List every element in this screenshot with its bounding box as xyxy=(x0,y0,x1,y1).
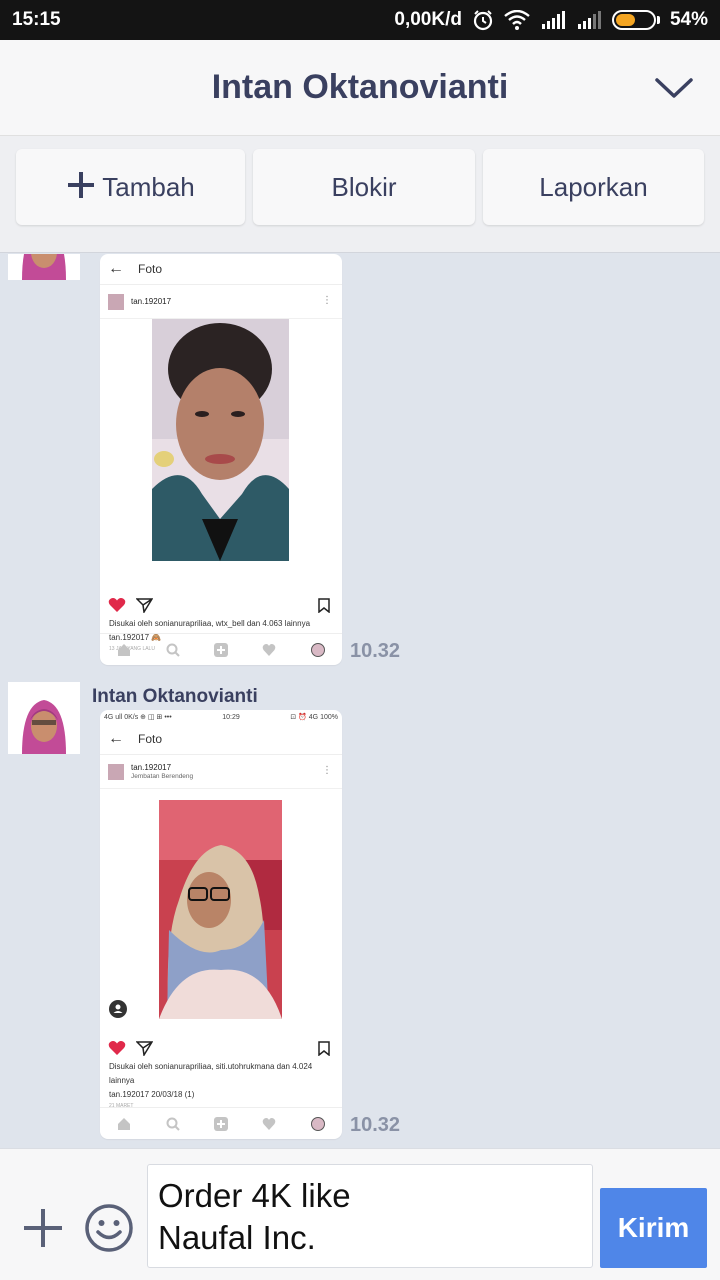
message-time: 10.32 xyxy=(350,640,401,662)
mini-avatar xyxy=(108,763,124,780)
heart-icon xyxy=(108,1041,126,1055)
back-arrow-icon: ← xyxy=(108,730,124,747)
message-input-line2: Naufal Inc. xyxy=(158,1219,316,1256)
shot-post-actions xyxy=(100,1036,342,1060)
hijab-photo xyxy=(159,800,282,1019)
home-icon xyxy=(118,643,131,656)
send-icon xyxy=(136,598,153,613)
add-contact-button[interactable]: Tambah xyxy=(16,149,245,225)
chevron-down-icon[interactable] xyxy=(654,74,694,102)
status-bar: 15:15 0,00K/d 54% xyxy=(0,0,720,40)
send-icon xyxy=(136,1041,153,1056)
image-message[interactable]: ← Foto tan.192017 ⋮ Disukai oleh sonianu… xyxy=(100,254,342,665)
shot-photo-area xyxy=(100,319,342,593)
block-label: Blokir xyxy=(331,171,397,202)
shot-top-label: Foto xyxy=(138,732,163,746)
plus-icon xyxy=(66,167,96,207)
add-post-icon xyxy=(213,1116,228,1131)
shot-location: Jembatan Berendeng xyxy=(131,773,194,780)
sender-name: Intan Oktanovianti xyxy=(92,686,258,707)
contact-actions-bar: Tambah Blokir Laporkan xyxy=(0,136,720,253)
wifi-icon xyxy=(504,10,530,30)
message-time: 10.32 xyxy=(350,1114,401,1136)
message-input[interactable]: Order 4K like Naufal Inc. xyxy=(147,1164,593,1268)
alarm-icon xyxy=(472,9,494,31)
shot-caption: tan.192017 20/03/18 (1) xyxy=(109,1090,195,1099)
shot-username: tan.192017 xyxy=(131,763,172,772)
shot-username: tan.192017 xyxy=(131,296,172,306)
message-input-line1: Order 4K like xyxy=(158,1177,351,1214)
profile-icon xyxy=(310,1116,325,1131)
shot-topbar: ← Foto xyxy=(100,254,342,285)
shot-status-time: 10:29 xyxy=(222,713,240,721)
send-button[interactable]: Kirim xyxy=(600,1188,707,1268)
network-speed: 0,00K/d xyxy=(394,9,462,30)
shot-status-left: 4G ull 0K/s ⊕ ◫ ⊞ ••• xyxy=(104,714,172,721)
emoji-icon[interactable] xyxy=(84,1203,134,1253)
shot-user-block: tan.192017 Jembatan Berendeng xyxy=(131,763,193,780)
chat-messages[interactable]: ← Foto tan.192017 ⋮ Disukai oleh sonianu… xyxy=(0,254,720,1148)
shot-likes: Disukai oleh sonianurapriliaa, siti.utoh… xyxy=(109,1062,313,1085)
add-post-icon xyxy=(213,642,228,657)
shot-status-right: ⊡ ⏰ 4G 100% xyxy=(290,714,338,721)
shot-post-header: tan.192017 ⋮ xyxy=(100,285,342,319)
mini-avatar xyxy=(108,293,124,310)
signal-icon-sim1 xyxy=(540,10,566,30)
profile-icon xyxy=(310,642,325,657)
add-contact-label: Tambah xyxy=(102,171,195,202)
heart-icon xyxy=(108,598,126,612)
image-message[interactable]: 4G ull 0K/s ⊕ ◫ ⊞ ••• 10:29 ⊡ ⏰ 4G 100% … xyxy=(100,710,342,1139)
battery-percent: 54% xyxy=(669,9,708,30)
heart-outline-icon xyxy=(263,1117,276,1130)
shot-post-actions xyxy=(100,593,342,617)
search-icon xyxy=(166,1117,180,1131)
shot-likes: Disukai oleh sonianurapriliaa, wtx_bell … xyxy=(109,619,311,628)
avatar[interactable] xyxy=(8,682,80,754)
signal-icon-sim2 xyxy=(576,10,602,30)
heart-outline-icon xyxy=(263,643,276,656)
message-composer: Order 4K like Naufal Inc. Kirim xyxy=(0,1148,720,1280)
attach-plus-icon[interactable] xyxy=(22,1207,64,1249)
more-icon: ⋮ xyxy=(322,295,332,306)
search-icon xyxy=(166,643,180,657)
tag-people-icon xyxy=(109,1000,127,1018)
contact-name: Intan Oktanovianti xyxy=(211,68,509,106)
battery-icon xyxy=(611,10,660,30)
shot-topbar: ← Foto xyxy=(100,724,342,755)
avatar[interactable] xyxy=(8,254,80,280)
report-label: Laporkan xyxy=(539,171,648,202)
shot-top-label: Foto xyxy=(138,262,163,276)
selfie-photo xyxy=(152,319,289,561)
more-icon: ⋮ xyxy=(322,765,332,776)
report-button[interactable]: Laporkan xyxy=(483,149,704,225)
block-button[interactable]: Blokir xyxy=(253,149,475,225)
chat-header: Intan Oktanovianti xyxy=(0,40,720,136)
bookmark-icon xyxy=(318,597,330,613)
status-indicators: 0,00K/d 54% xyxy=(394,9,708,31)
shot-statusbar: 4G ull 0K/s ⊕ ◫ ⊞ ••• 10:29 ⊡ ⏰ 4G 100% xyxy=(100,710,342,724)
home-icon xyxy=(118,1117,131,1130)
shot-bottom-nav xyxy=(100,633,342,665)
shot-photo-area xyxy=(100,789,342,1036)
status-time: 15:15 xyxy=(12,9,61,30)
shot-bottom-nav xyxy=(100,1107,342,1139)
bookmark-icon xyxy=(318,1040,330,1056)
shot-post-header: tan.192017 Jembatan Berendeng ⋮ xyxy=(100,755,342,789)
back-arrow-icon: ← xyxy=(108,260,124,277)
